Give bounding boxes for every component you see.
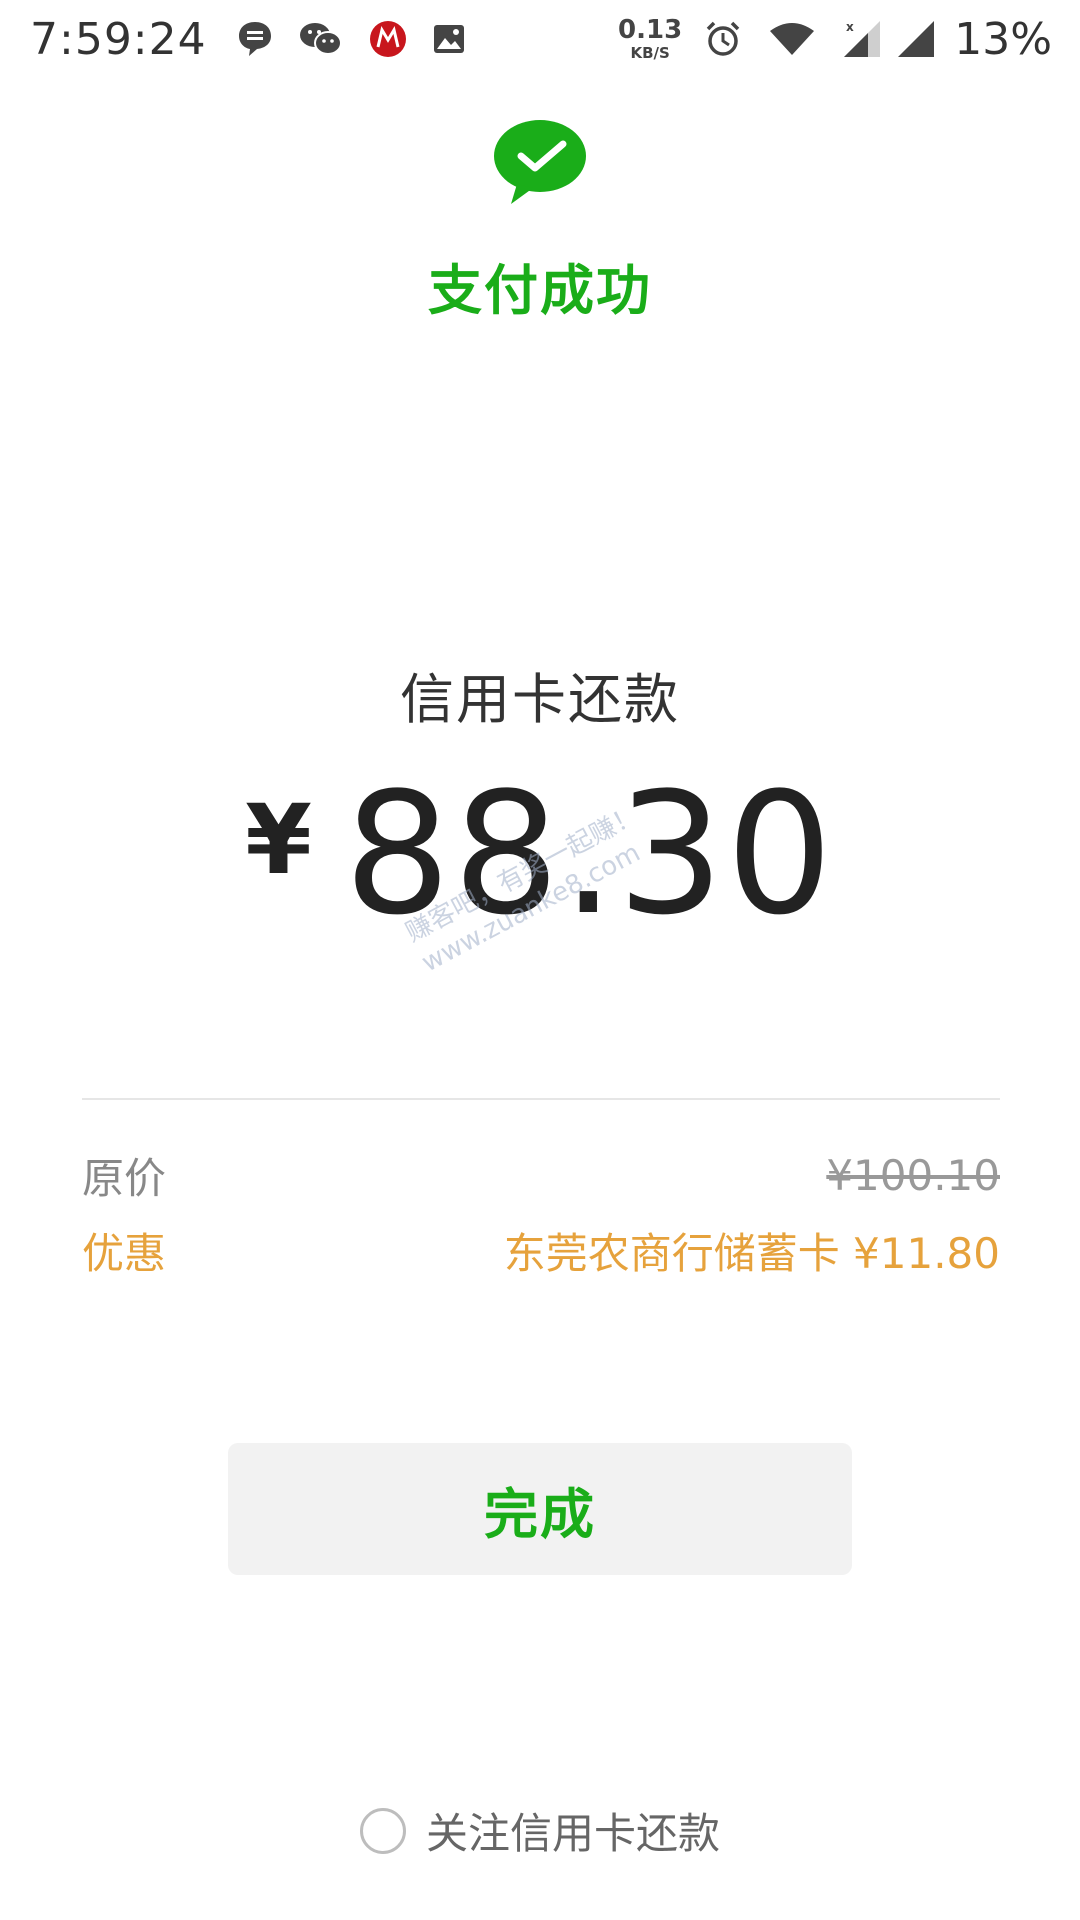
gallery-icon	[433, 24, 465, 54]
discount-label: 优惠	[82, 1229, 167, 1278]
follow-checkbox[interactable]	[359, 1807, 406, 1854]
alarm-icon	[704, 20, 742, 58]
wifi-icon	[768, 21, 816, 57]
follow-label: 关注信用卡还款	[425, 1809, 720, 1858]
currency-symbol: ¥	[245, 784, 312, 896]
payment-success-title: 支付成功	[428, 259, 652, 322]
payment-amount: 88.30	[343, 756, 835, 952]
original-price-label: 原价	[82, 1154, 167, 1203]
wechat-pay-success-icon	[494, 120, 586, 204]
original-price-row: 原价 ¥100.10	[82, 1145, 1000, 1206]
network-speed-value: 0.13	[618, 15, 683, 45]
wechat-icon	[299, 21, 343, 57]
status-time: 7:59:24	[30, 13, 207, 65]
original-price-value: ¥100.10	[826, 1151, 1000, 1200]
status-bar: 7:59:24 0.13 KB/S x 13%	[0, 0, 1080, 78]
merchant-name: 信用卡还款	[400, 668, 680, 731]
network-speed-unit: KB/S	[630, 44, 670, 62]
network-speed: 0.13 KB/S	[618, 17, 682, 61]
bank-app-icon	[369, 20, 407, 58]
status-right: 0.13 KB/S x 13%	[618, 14, 1052, 65]
divider	[82, 1098, 1000, 1100]
signal-icon: x	[842, 19, 882, 59]
discount-row: 优惠 东莞农商行储蓄卡 ¥11.80	[82, 1220, 1000, 1281]
amount-row: ¥ 88.30	[0, 770, 1080, 938]
message-icon	[237, 20, 273, 58]
follow-row[interactable]: 关注信用卡还款	[0, 1800, 1080, 1861]
svg-text:x: x	[846, 20, 854, 34]
done-button[interactable]: 完成	[228, 1443, 852, 1575]
status-left: 7:59:24	[30, 14, 491, 65]
discount-value: 东莞农商行储蓄卡 ¥11.80	[503, 1229, 1000, 1278]
signal-icon	[896, 19, 936, 59]
battery-level: 13%	[954, 13, 1052, 65]
